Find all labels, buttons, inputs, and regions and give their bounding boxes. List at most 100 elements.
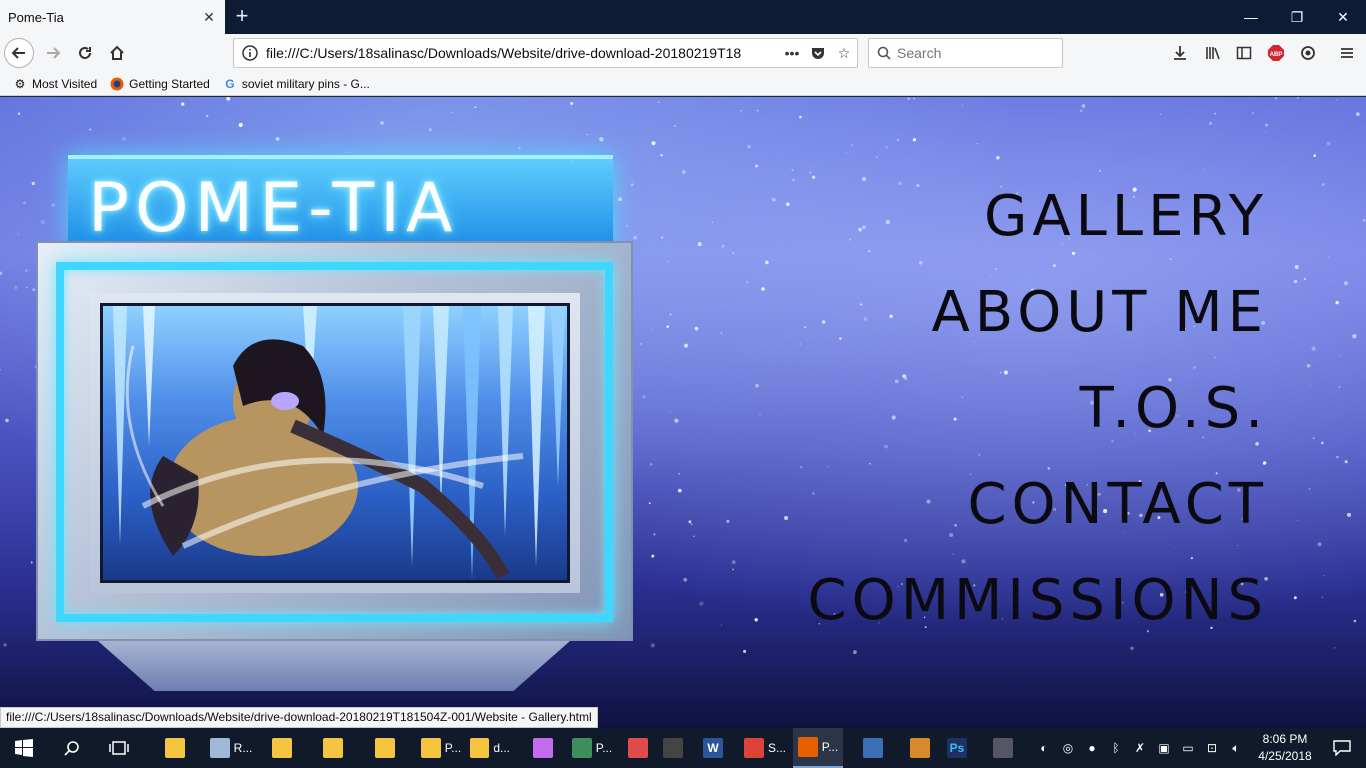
tray-app-3-icon[interactable]: ●: [1080, 728, 1104, 768]
snowflake: [626, 224, 628, 227]
sidebar-button[interactable]: [1229, 38, 1259, 68]
snowflake: [684, 343, 688, 348]
taskbar-app-obs[interactable]: [660, 728, 686, 768]
close-window-button[interactable]: ✕: [1320, 0, 1366, 34]
snowflake: [1327, 256, 1329, 258]
reload-button[interactable]: [70, 38, 100, 68]
back-button[interactable]: [4, 38, 34, 68]
taskbar-app-label: P...: [444, 741, 462, 755]
taskbar-app-paint[interactable]: [530, 728, 556, 768]
snowflake: [784, 515, 789, 521]
snowflake: [639, 342, 643, 345]
library-button[interactable]: [1198, 38, 1228, 68]
taskbar-app-chrome[interactable]: S...: [740, 728, 790, 768]
bookmark-soviet-pins[interactable]: G soviet military pins - G...: [222, 76, 370, 92]
taskbar-app-clipboard[interactable]: [267, 728, 297, 768]
snowflake: [913, 97, 915, 100]
tray-app-2-icon[interactable]: ◎: [1056, 728, 1080, 768]
taskbar-app-app[interactable]: [858, 728, 888, 768]
clock[interactable]: 8:06 PM 4/25/2018: [1250, 731, 1320, 765]
tab-pome-tia[interactable]: Pome-Tia ✕: [0, 0, 225, 34]
tray-app-1-icon[interactable]: ◐: [1032, 728, 1056, 768]
volume-icon[interactable]: 🔈︎: [1224, 728, 1248, 768]
library-icon: [1206, 47, 1220, 60]
sync-button[interactable]: [1293, 38, 1323, 68]
clock-date: 4/25/2018: [1258, 749, 1312, 763]
snowflake: [1321, 441, 1324, 445]
bookmark-most-visited[interactable]: ⚙ Most Visited: [12, 76, 98, 92]
new-tab-button[interactable]: +: [230, 5, 254, 29]
nav-commissions-link[interactable]: COMMISSIONS: [808, 553, 1268, 649]
forward-button[interactable]: [38, 38, 68, 68]
snowflake: [732, 252, 735, 255]
close-tab-icon[interactable]: ✕: [201, 9, 217, 25]
network-icon[interactable]: ⊡: [1200, 728, 1224, 768]
search-button[interactable]: [58, 728, 86, 768]
url-bar[interactable]: file:///C:/Users/18salinasc/Downloads/We…: [233, 38, 858, 68]
nav-contact-link[interactable]: CONTACT: [808, 457, 1268, 553]
tray-window-icon[interactable]: ▣: [1152, 728, 1176, 768]
snowflake: [1327, 280, 1329, 282]
pocket-icon[interactable]: [805, 40, 831, 66]
folder-icon: [420, 738, 441, 758]
snowflake: [0, 368, 2, 372]
snowflake: [755, 164, 759, 168]
restore-button[interactable]: ❐: [1274, 0, 1320, 34]
snowflake: [1333, 647, 1336, 649]
snowflake: [30, 561, 33, 564]
word-icon: W: [703, 738, 723, 758]
adblock-icon: ABP: [1268, 45, 1284, 61]
snowflake: [669, 410, 671, 412]
taskbar-app-folder[interactable]: d...: [470, 728, 510, 768]
home-button[interactable]: [102, 38, 132, 68]
search-input[interactable]: [897, 45, 1047, 61]
taskbar-app-label: P...: [595, 741, 613, 755]
taskbar-app-photoshop[interactable]: Ps: [944, 728, 970, 768]
notifications-icon[interactable]: [1322, 728, 1362, 768]
snowflake: [721, 244, 725, 248]
minimize-button[interactable]: —: [1228, 0, 1274, 34]
power-icon[interactable]: ▭: [1176, 728, 1200, 768]
page-actions-icon[interactable]: •••: [779, 40, 805, 66]
bluetooth-icon[interactable]: ᛒ: [1104, 728, 1128, 768]
app-icon: [863, 738, 883, 758]
snowflake: [1313, 154, 1316, 157]
downloads-button[interactable]: [1165, 38, 1195, 68]
bookmark-star-icon[interactable]: ☆: [831, 40, 857, 66]
taskbar-app-folder[interactable]: [318, 728, 348, 768]
snowflake: [896, 138, 900, 142]
nav-gallery-link[interactable]: GALLERY: [808, 169, 1268, 265]
taskbar-app-game[interactable]: [905, 728, 935, 768]
svg-text:ABP: ABP: [1270, 52, 1283, 58]
snowflake: [711, 221, 713, 223]
bookmark-getting-started[interactable]: Getting Started: [109, 76, 210, 92]
search-bar[interactable]: [868, 38, 1063, 68]
snowflake: [428, 127, 432, 132]
taskbar-app-steam[interactable]: [988, 728, 1018, 768]
taskbar-app-snipping[interactable]: [625, 728, 651, 768]
taskbar-app-folder[interactable]: [370, 728, 400, 768]
taskbar-app-recycle-bin[interactable]: R...: [202, 728, 260, 768]
snowflake: [1081, 104, 1086, 108]
snowflake: [791, 169, 794, 172]
info-icon[interactable]: [242, 45, 258, 61]
taskbar-app-spreadsheet[interactable]: P...: [565, 728, 619, 768]
menu-button[interactable]: [1332, 38, 1362, 68]
snowflake: [792, 178, 795, 182]
featured-artwork: [100, 303, 570, 583]
start-button[interactable]: [0, 728, 48, 768]
taskbar-app-firefox[interactable]: P...: [793, 728, 843, 768]
taskbar-app-word[interactable]: W: [700, 728, 726, 768]
taskbar-app-folder[interactable]: P...: [416, 728, 466, 768]
site-logo[interactable]: POME-TIA: [88, 169, 598, 248]
tray-blocked-icon[interactable]: ✗: [1128, 728, 1152, 768]
url-text[interactable]: file:///C:/Users/18salinasc/Downloads/We…: [266, 45, 779, 61]
adblock-button[interactable]: ABP: [1261, 38, 1291, 68]
nav-about-link[interactable]: ABOUT ME: [808, 265, 1268, 361]
snipping-icon: [628, 738, 648, 758]
taskbar-app-file-explorer[interactable]: [162, 728, 188, 768]
snowflake: [180, 102, 185, 106]
nav-tos-link[interactable]: T.O.S.: [808, 361, 1268, 457]
task-view-button[interactable]: [104, 728, 134, 768]
snowflake: [1160, 113, 1162, 115]
